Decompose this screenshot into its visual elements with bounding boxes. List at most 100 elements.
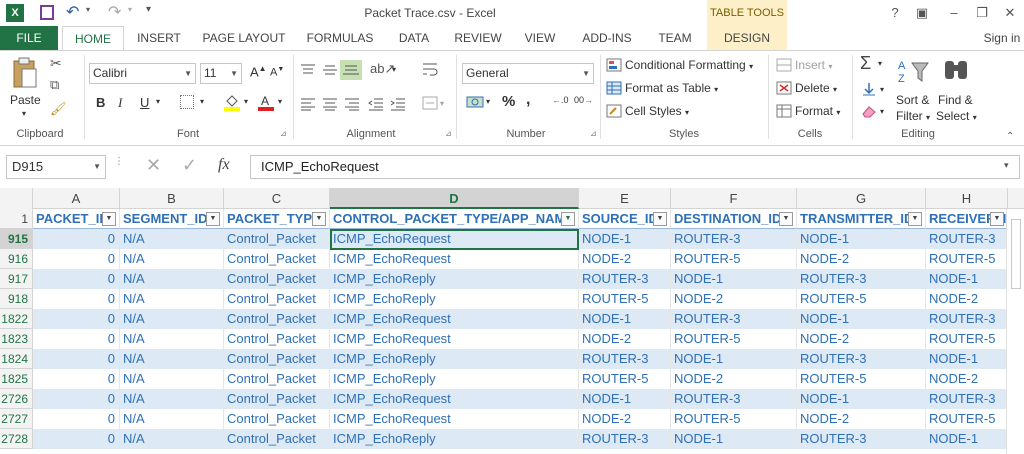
table-cell[interactable]: ROUTER-3 — [926, 389, 1008, 409]
tab-file[interactable]: FILE — [0, 26, 58, 50]
align-bottom-icon[interactable] — [340, 60, 362, 80]
table-cell[interactable]: NODE-1 — [797, 229, 926, 249]
conditional-formatting-button[interactable]: Conditional Formatting ▾ — [625, 58, 753, 72]
table-cell[interactable]: 0 — [33, 429, 120, 449]
table-cell[interactable]: NODE-1 — [671, 429, 797, 449]
table-cell[interactable]: NODE-1 — [926, 349, 1008, 369]
column-header-h[interactable]: H — [926, 188, 1008, 209]
table-cell[interactable]: ROUTER-3 — [579, 349, 671, 369]
find-select-button-line1[interactable]: Find & — [938, 93, 973, 107]
orientation-dropdown-icon[interactable]: ▾ — [392, 65, 396, 74]
copy-icon[interactable]: ⧉ — [50, 77, 59, 93]
table-cell[interactable]: N/A — [120, 369, 224, 389]
merge-center-icon[interactable] — [422, 95, 438, 111]
table-cell[interactable]: Control_Packet — [224, 329, 330, 349]
restore-icon[interactable]: ❐ — [972, 4, 992, 22]
delete-cells-icon[interactable] — [776, 81, 792, 95]
font-color-icon[interactable]: A — [258, 93, 274, 111]
merge-dropdown-icon[interactable]: ▾ — [440, 99, 444, 108]
close-icon[interactable]: ✕ — [1000, 4, 1020, 22]
table-cell[interactable]: 0 — [33, 329, 120, 349]
decrease-decimal-button[interactable]: 00→ — [574, 95, 593, 105]
table-cell[interactable]: 0 — [33, 309, 120, 329]
table-cell[interactable]: NODE-1 — [926, 429, 1008, 449]
bold-button[interactable]: B — [96, 95, 105, 110]
fill-color-icon[interactable] — [224, 93, 240, 111]
table-header-cell[interactable]: DESTINATION_ID ▼ — [671, 209, 797, 229]
tab-view[interactable]: VIEW — [520, 26, 560, 50]
table-header-cell[interactable]: SEGMENT_ID ▼ — [120, 209, 224, 229]
table-cell[interactable]: ICMP_EchoRequest — [330, 409, 579, 429]
filter-dropdown-icon[interactable]: ▼ — [990, 212, 1004, 226]
table-cell[interactable]: ROUTER-3 — [579, 429, 671, 449]
increase-decimal-button[interactable]: ←.0 — [552, 95, 569, 105]
tab-home[interactable]: HOME — [62, 26, 124, 51]
table-cell[interactable]: NODE-2 — [579, 329, 671, 349]
table-cell[interactable]: NODE-2 — [797, 409, 926, 429]
table-cell[interactable]: N/A — [120, 289, 224, 309]
table-cell[interactable]: NODE-2 — [926, 289, 1008, 309]
worksheet-grid[interactable]: ABCDEFGH 1 PACKET_ID ▼ SEGMENT_ID ▼ PACKET_TY… — [0, 188, 1024, 454]
table-header-cell[interactable]: PACKET_ID ▼ — [33, 209, 120, 229]
paste-icon[interactable] — [12, 57, 38, 89]
paste-dropdown-icon[interactable]: ▾ — [22, 109, 26, 118]
name-box[interactable]: D915 ▼ — [6, 155, 106, 179]
tab-design[interactable]: DESIGN — [707, 26, 787, 50]
alignment-dialog-launcher-icon[interactable]: ⊿ — [445, 129, 452, 138]
underline-dropdown-icon[interactable]: ▾ — [156, 97, 160, 106]
table-cell[interactable]: 0 — [33, 249, 120, 269]
align-right-icon[interactable] — [344, 97, 360, 111]
tab-team[interactable]: TEAM — [652, 26, 698, 50]
cell-styles-icon[interactable] — [606, 104, 622, 118]
table-cell[interactable]: ROUTER-5 — [926, 329, 1008, 349]
row-header[interactable]: 1825 — [0, 369, 33, 389]
row-header[interactable]: 915 — [0, 229, 33, 249]
table-cell[interactable]: 0 — [33, 389, 120, 409]
row-header[interactable]: 1824 — [0, 349, 33, 369]
row-header[interactable]: 2726 — [0, 389, 33, 409]
table-cell[interactable]: Control_Packet — [224, 229, 330, 249]
table-cell[interactable]: ICMP_EchoRequest — [330, 389, 579, 409]
table-cell[interactable]: ROUTER-3 — [671, 309, 797, 329]
delete-cells-button[interactable]: Delete ▾ — [795, 81, 837, 95]
table-cell[interactable]: ICMP_EchoReply — [330, 369, 579, 389]
table-cell[interactable]: 0 — [33, 409, 120, 429]
table-cell[interactable]: N/A — [120, 349, 224, 369]
column-header-f[interactable]: F — [671, 188, 797, 209]
decrease-indent-icon[interactable] — [368, 97, 384, 111]
table-cell[interactable]: 0 — [33, 369, 120, 389]
table-header-cell[interactable]: CONTROL_PACKET_TYPE/APP_NAME ▼ — [330, 209, 579, 229]
table-cell[interactable]: NODE-1 — [671, 269, 797, 289]
ribbon-display-options-icon[interactable]: ▣ — [912, 4, 932, 22]
table-cell[interactable]: N/A — [120, 409, 224, 429]
borders-dropdown-icon[interactable]: ▾ — [200, 97, 204, 106]
table-cell[interactable]: 0 — [33, 269, 120, 289]
expand-formula-bar-icon[interactable]: ▾ — [1004, 160, 1009, 171]
table-cell[interactable]: ICMP_EchoReply — [330, 289, 579, 309]
filter-dropdown-icon[interactable]: ▼ — [206, 212, 220, 226]
sign-in-link[interactable]: Sign in — [980, 26, 1024, 50]
filter-dropdown-icon[interactable]: ▼ — [779, 212, 793, 226]
table-cell[interactable]: ROUTER-5 — [671, 329, 797, 349]
table-cell[interactable]: 0 — [33, 289, 120, 309]
font-dialog-launcher-icon[interactable]: ⊿ — [280, 129, 287, 138]
table-cell[interactable]: Control_Packet — [224, 369, 330, 389]
table-cell[interactable]: ICMP_EchoRequest — [330, 249, 579, 269]
number-dialog-launcher-icon[interactable]: ⊿ — [590, 129, 597, 138]
row-header[interactable]: 917 — [0, 269, 33, 289]
format-cells-button[interactable]: Format ▾ — [795, 104, 840, 118]
increase-indent-icon[interactable] — [390, 97, 406, 111]
table-cell[interactable]: ICMP_EchoRequest — [330, 309, 579, 329]
table-cell[interactable]: Control_Packet — [224, 269, 330, 289]
format-as-table-icon[interactable] — [606, 81, 622, 95]
filter-active-icon[interactable]: ▼ — [561, 212, 575, 226]
format-painter-icon[interactable]: 🖌 — [50, 101, 67, 117]
column-header-c[interactable]: C — [224, 188, 330, 209]
table-cell[interactable]: ROUTER-3 — [926, 229, 1008, 249]
font-name-select[interactable]: Calibri ▼ — [89, 63, 196, 84]
table-cell[interactable]: NODE-1 — [797, 389, 926, 409]
italic-button[interactable]: I — [118, 95, 122, 111]
table-cell[interactable]: ROUTER-5 — [926, 249, 1008, 269]
enter-icon[interactable]: ✓ — [182, 155, 197, 176]
table-cell[interactable]: ROUTER-5 — [579, 369, 671, 389]
